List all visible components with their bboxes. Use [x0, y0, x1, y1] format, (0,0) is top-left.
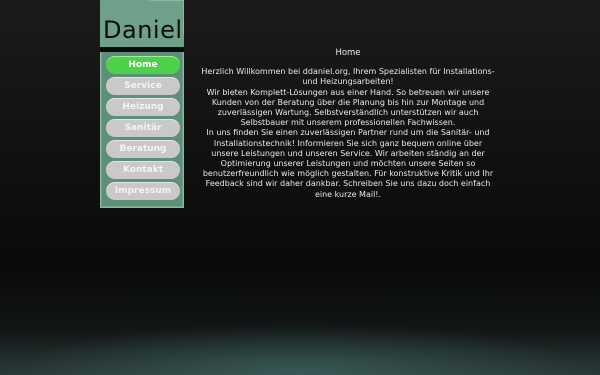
page-title: Home [335, 48, 361, 58]
nav-item-heizung[interactable]: Heizung [106, 98, 180, 116]
logo-text: Daniel [103, 16, 183, 44]
nav-item-home[interactable]: Home [106, 56, 180, 74]
nav-item-service[interactable]: Service [106, 77, 180, 95]
nav-item-beratung[interactable]: Beratung [106, 140, 180, 158]
nav-item-sanitaer[interactable]: Sanitär [106, 119, 180, 137]
services-paragraph: Wir bieten Komplett-Lösungen aus einer H… [206, 87, 490, 128]
nav-item-impressum[interactable]: Impressum [106, 182, 180, 200]
welcome-paragraph: Herzlich Willkommen bei ddaniel.org, Ihr… [201, 67, 495, 87]
nav-item-kontakt[interactable]: Kontakt [106, 161, 180, 179]
partner-paragraph: In uns finden Sie einen zuverlässigen Pa… [202, 128, 494, 199]
main-navigation: Home Service Heizung Sanitär Beratung Ko… [106, 56, 182, 203]
main-content: Home Herzlich Willkommen bei ddaniel.org… [200, 48, 496, 200]
